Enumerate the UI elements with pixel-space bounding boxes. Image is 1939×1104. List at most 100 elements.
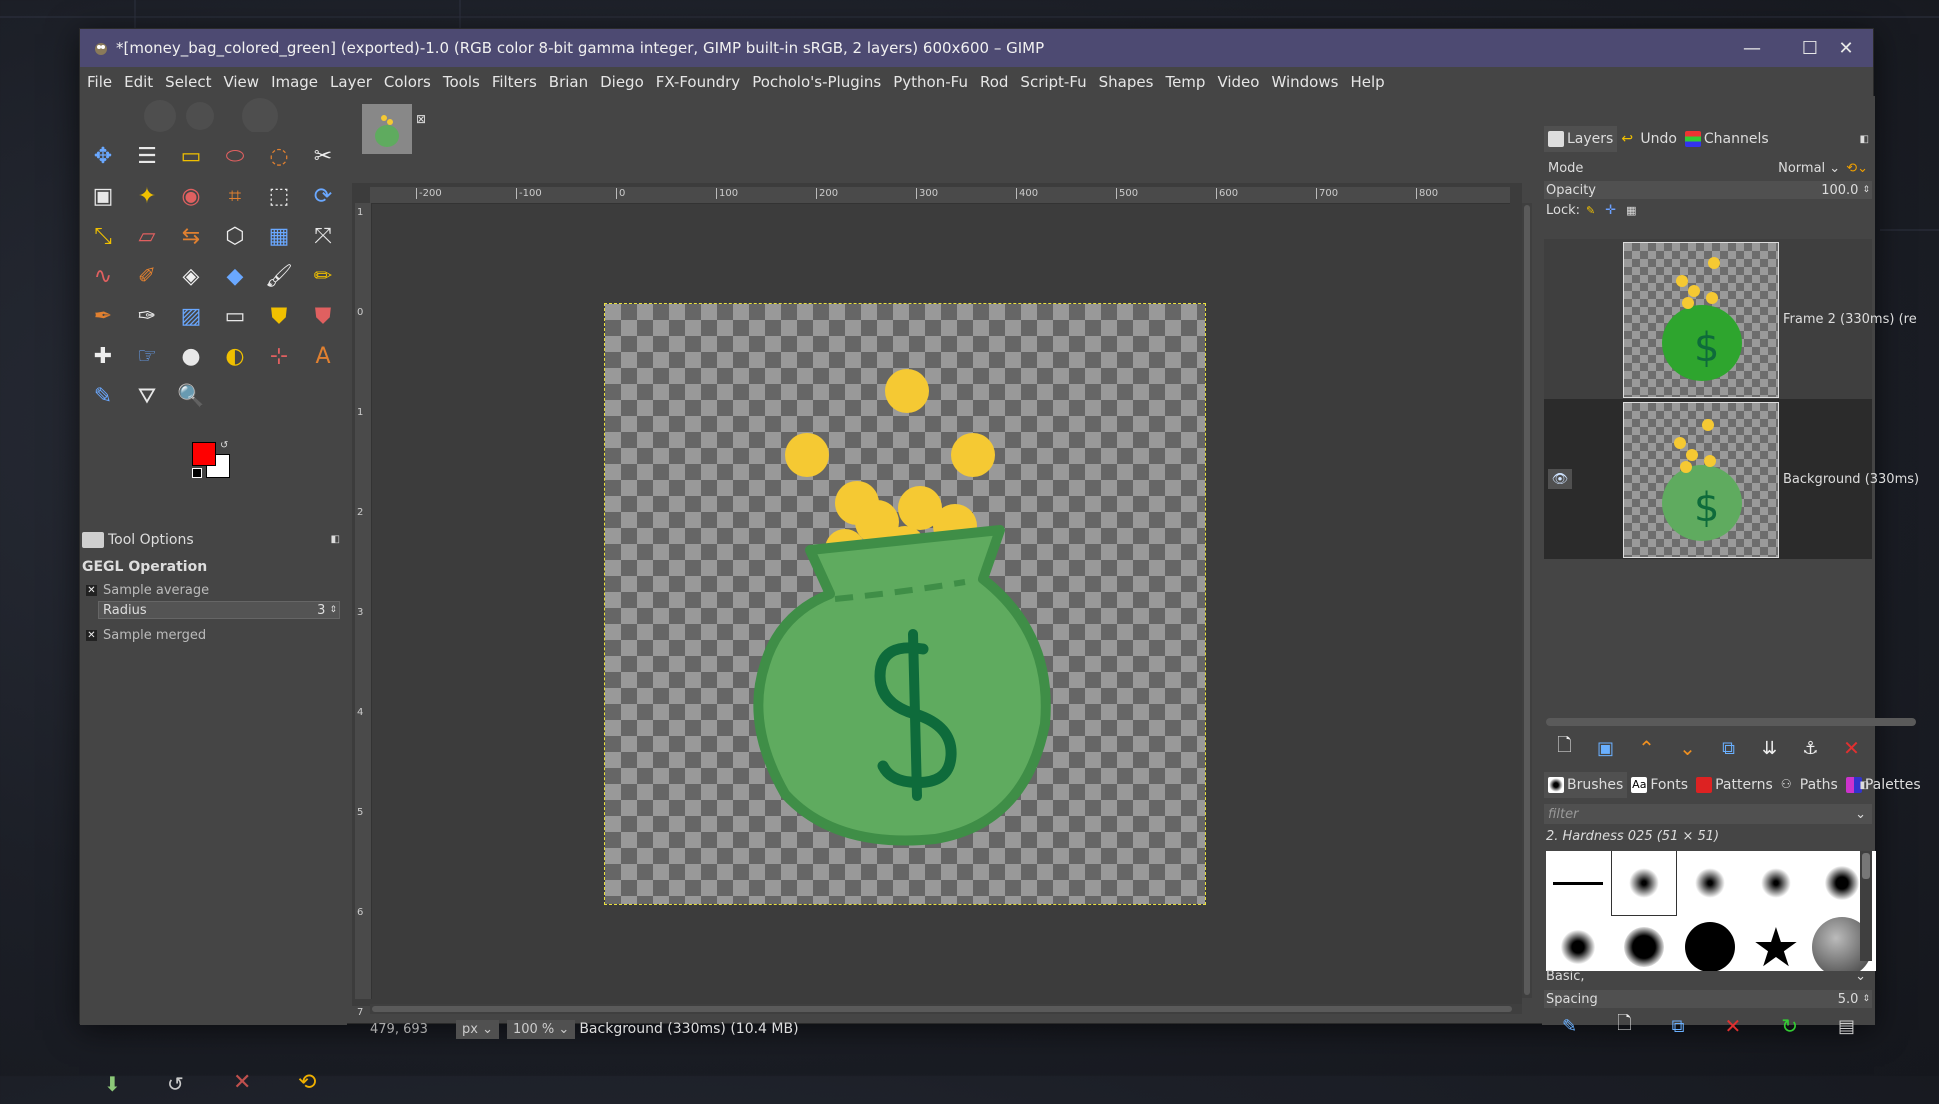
menu-file[interactable]: File <box>87 73 112 91</box>
warp-transform-icon[interactable]: ∿ <box>86 259 120 293</box>
brush-line[interactable] <box>1546 851 1610 915</box>
blur-tool-icon[interactable]: ● <box>174 339 208 373</box>
new-layer-group-icon[interactable]: ▣ <box>1594 736 1618 760</box>
gradient-tool-icon[interactable]: ✐ <box>130 259 164 293</box>
perspective-clone-icon[interactable]: ⛊ <box>306 299 340 333</box>
minimize-button[interactable]: — <box>1723 29 1781 67</box>
eraser-tool-icon[interactable]: ▭ <box>218 299 252 333</box>
horizontal-ruler[interactable]: -200 -100 0 100 200 300 400 500 600 700 800 <box>370 187 1510 204</box>
menu-shapes[interactable]: Shapes <box>1099 73 1154 91</box>
brush-soft[interactable] <box>1612 915 1676 971</box>
edit-brush-icon[interactable]: ✎ <box>1562 1016 1577 1037</box>
free-select-icon[interactable]: ◌ <box>262 139 296 173</box>
zoom-select[interactable]: 100 % ⌄ <box>506 1019 576 1039</box>
open-brush-as-image-icon[interactable]: ▤ <box>1838 1016 1855 1037</box>
horizontal-scroll-thumb[interactable] <box>372 1006 1512 1012</box>
foreground-select-icon[interactable]: ▣ <box>86 179 120 213</box>
duplicate-layer-icon[interactable]: ⧉ <box>1717 736 1741 760</box>
tab-menu-icon[interactable]: ◧ <box>331 534 340 545</box>
rotate-tool-icon[interactable]: ⟳ <box>306 179 340 213</box>
fg-bg-color-selector[interactable]: ↺ <box>192 440 242 486</box>
rect-select-icon[interactable]: ▭ <box>174 139 208 173</box>
menu-view[interactable]: View <box>223 73 259 91</box>
handle-transform-icon[interactable]: ⤧ <box>306 219 340 253</box>
crop-tool-icon[interactable]: ⌗ <box>218 179 252 213</box>
select-by-color-icon[interactable]: ◉ <box>174 179 208 213</box>
paths-tool-icon[interactable]: ⛛ <box>130 379 164 413</box>
spinner-arrows-icon[interactable]: ⇕ <box>1862 185 1870 195</box>
menu-help[interactable]: Help <box>1350 73 1384 91</box>
tab-channels[interactable]: Channels <box>1681 126 1773 152</box>
menu-select[interactable]: Select <box>165 73 211 91</box>
scissors-select-icon[interactable]: ✂ <box>306 139 340 173</box>
tool-options-tab[interactable]: Tool Options ◧ <box>82 527 346 552</box>
brush-grid[interactable]: ★ <box>1546 851 1876 971</box>
delete-layer-icon[interactable]: ✕ <box>1840 736 1864 760</box>
chevron-down-icon[interactable]: ⌄ <box>1855 807 1866 822</box>
move-tool-icon[interactable]: ✥ <box>86 139 120 173</box>
image-canvas[interactable] <box>604 303 1206 905</box>
merge-layer-icon[interactable]: ⇊ <box>1758 736 1782 760</box>
mypaint-brush-icon[interactable]: ◆ <box>218 259 252 293</box>
tab-patterns[interactable]: Patterns <box>1692 772 1777 798</box>
eye-visibility-icon[interactable]: 👁 <box>1548 469 1572 489</box>
menu-temp[interactable]: Temp <box>1165 73 1205 91</box>
airbrush-tool-icon[interactable]: ✒ <box>86 299 120 333</box>
foreground-color-swatch[interactable] <box>192 442 216 466</box>
duplicate-brush-icon[interactable]: ⧉ <box>1672 1016 1685 1037</box>
ink-tool-icon[interactable]: ✑ <box>130 299 164 333</box>
swap-colors-icon[interactable]: ↺ <box>220 440 228 451</box>
brush-grid-scroll-thumb[interactable] <box>1862 853 1870 879</box>
spinner-arrows-icon[interactable]: ⇕ <box>329 605 337 615</box>
vertical-scroll-thumb[interactable] <box>1524 205 1530 995</box>
unified-transform-icon[interactable]: ⬚ <box>262 179 296 213</box>
layer-name[interactable]: Background (330ms) <box>1783 399 1919 559</box>
brush-tag-select[interactable]: Basic, ⌄ <box>1544 966 1872 986</box>
menu-tools[interactable]: Tools <box>443 73 480 91</box>
sample-average-option[interactable]: ✕ Sample average <box>82 583 344 598</box>
opacity-slider[interactable]: Opacity 100.0 ⇕ <box>1544 181 1872 199</box>
mode-switch-icon[interactable]: ⟲⌄ <box>1846 161 1868 176</box>
delete-brush-icon[interactable]: ✕ <box>1724 1014 1741 1038</box>
new-layer-icon[interactable]: 🗋 <box>1553 735 1577 760</box>
delete-preset-icon[interactable]: ✕ <box>233 1070 251 1095</box>
dodge-burn-icon[interactable]: ◐ <box>218 339 252 373</box>
close-image-tab-icon[interactable]: ⊠ <box>416 112 426 126</box>
tab-paths[interactable]: ⚇ Paths <box>1777 772 1842 798</box>
zoom-tool-icon[interactable]: 🔍 <box>174 379 208 413</box>
sample-merged-option[interactable]: ✕ Sample merged <box>82 628 344 643</box>
ellipse-select-icon[interactable]: ⬭ <box>218 139 252 173</box>
layer-name[interactable]: Frame 2 (330ms) (re <box>1783 239 1917 399</box>
heal-tool-icon[interactable]: ▨ <box>174 299 208 333</box>
mode-select[interactable]: Normal ⌄ <box>1778 161 1840 176</box>
paintbrush-tool-icon[interactable]: 🖌 <box>262 259 296 293</box>
raise-layer-icon[interactable]: ⌃ <box>1635 736 1659 760</box>
sample-average-checkbox[interactable]: ✕ <box>86 585 97 596</box>
menu-pocholo-s-plugins[interactable]: Pocholo's-Plugins <box>752 73 881 91</box>
dock-menu-icon[interactable]: ◧ <box>1860 780 1869 791</box>
brush-star[interactable]: ★ <box>1744 915 1808 972</box>
menu-brian[interactable]: Brian <box>549 73 588 91</box>
layers-scrollbar[interactable] <box>1546 718 1916 726</box>
align-tool-icon[interactable]: ☰ <box>130 139 164 173</box>
brush-hardness-025[interactable] <box>1611 851 1677 916</box>
layer-row-frame-2[interactable]: $ Frame 2 (330ms) (re <box>1544 239 1917 399</box>
brush-soft[interactable] <box>1678 851 1742 915</box>
spacing-slider[interactable]: Spacing 5.0 ⇕ <box>1544 990 1872 1008</box>
flip-tool-icon[interactable]: ⇆ <box>174 219 208 253</box>
smudge-heal-icon[interactable]: ✚ <box>86 339 120 373</box>
menu-windows[interactable]: Windows <box>1271 73 1338 91</box>
clone-tool-icon[interactable]: ⛊ <box>262 299 296 333</box>
layer-row-background[interactable]: 👁 $ Background (330ms) <box>1544 399 1919 559</box>
pencil-tool-icon[interactable]: ✏ <box>306 259 340 293</box>
reset-tool-options-icon[interactable]: ⟲ <box>298 1070 316 1095</box>
refresh-brushes-icon[interactable]: ↻ <box>1781 1014 1798 1038</box>
cage-transform-icon[interactable]: ▦ <box>262 219 296 253</box>
menu-script-fu[interactable]: Script-Fu <box>1020 73 1086 91</box>
menu-edit[interactable]: Edit <box>124 73 153 91</box>
chevron-down-icon[interactable]: ⌄ <box>1855 969 1866 984</box>
tab-brushes[interactable]: Brushes <box>1544 772 1628 798</box>
menu-colors[interactable]: Colors <box>384 73 431 91</box>
sample-merged-checkbox[interactable]: ✕ <box>86 630 97 641</box>
unit-select[interactable]: px ⌄ <box>456 1019 499 1039</box>
